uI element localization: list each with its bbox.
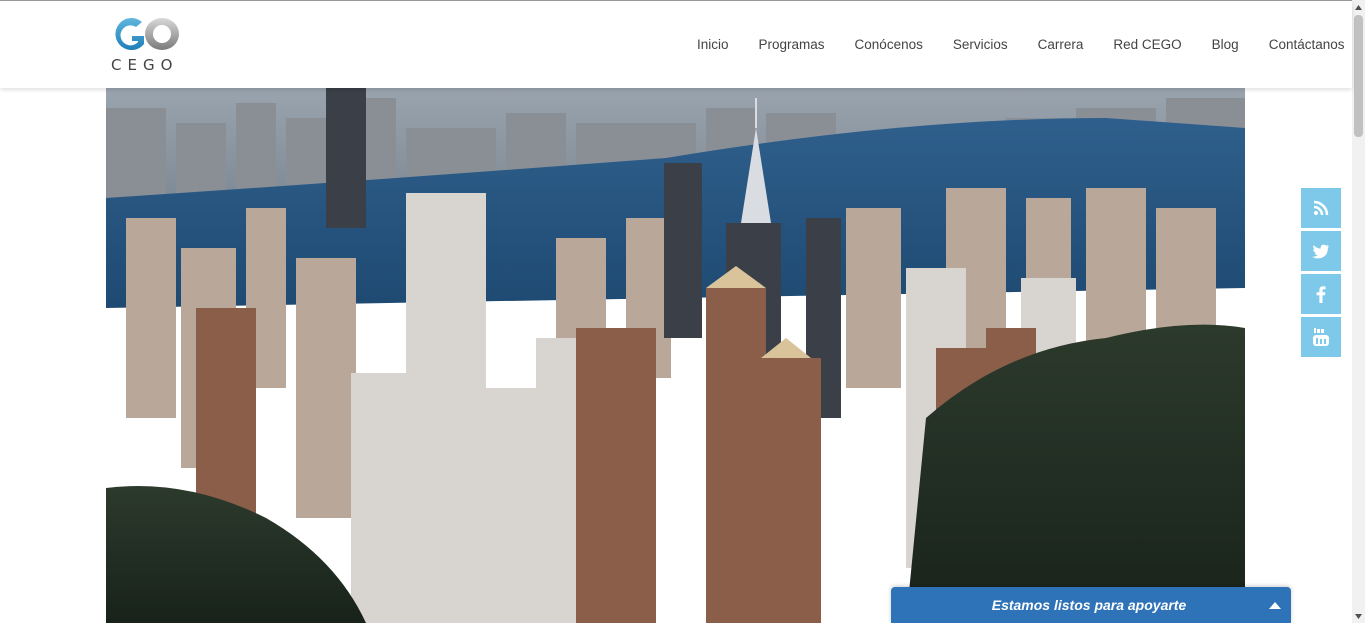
nav-item-inicio[interactable]: Inicio: [697, 37, 729, 52]
scroll-down-button[interactable]: [1352, 609, 1365, 623]
rss-button[interactable]: [1301, 188, 1341, 228]
logo-text: CEGO: [111, 56, 179, 74]
twitter-icon: [1312, 244, 1329, 258]
nav-item-contactanos[interactable]: Contáctanos: [1269, 37, 1345, 52]
page-scrollbar[interactable]: [1352, 0, 1365, 623]
nav-item-conocenos[interactable]: Conócenos: [855, 37, 923, 52]
rss-icon: [1313, 200, 1329, 216]
nav-item-blog[interactable]: Blog: [1212, 37, 1239, 52]
city-skyline-image: [106, 88, 1245, 623]
hero-image: [106, 88, 1245, 623]
scroll-down-arrow-icon: [1355, 613, 1362, 619]
chat-widget-bar[interactable]: Estamos listos para apoyarte: [891, 587, 1291, 623]
site-header: CEGO Inicio Programas Conócenos Servicio…: [0, 1, 1352, 88]
go-logo-mark-icon: [115, 18, 179, 51]
facebook-icon: [1316, 285, 1326, 303]
chat-title: Estamos listos para apoyarte: [991, 597, 1187, 613]
nav-item-red-cego[interactable]: Red CEGO: [1113, 37, 1181, 52]
chevron-up-icon[interactable]: [1269, 601, 1281, 609]
main-nav: Inicio Programas Conócenos Servicios Car…: [682, 1, 1360, 88]
facebook-button[interactable]: [1301, 274, 1341, 314]
twitter-button[interactable]: [1301, 231, 1341, 271]
nav-item-servicios[interactable]: Servicios: [953, 37, 1008, 52]
youtube-button[interactable]: [1301, 317, 1341, 357]
logo[interactable]: CEGO: [108, 14, 186, 74]
social-links: [1301, 188, 1341, 360]
nav-item-carrera[interactable]: Carrera: [1038, 37, 1084, 52]
youtube-icon: [1313, 328, 1329, 346]
nav-item-programas[interactable]: Programas: [759, 37, 825, 52]
